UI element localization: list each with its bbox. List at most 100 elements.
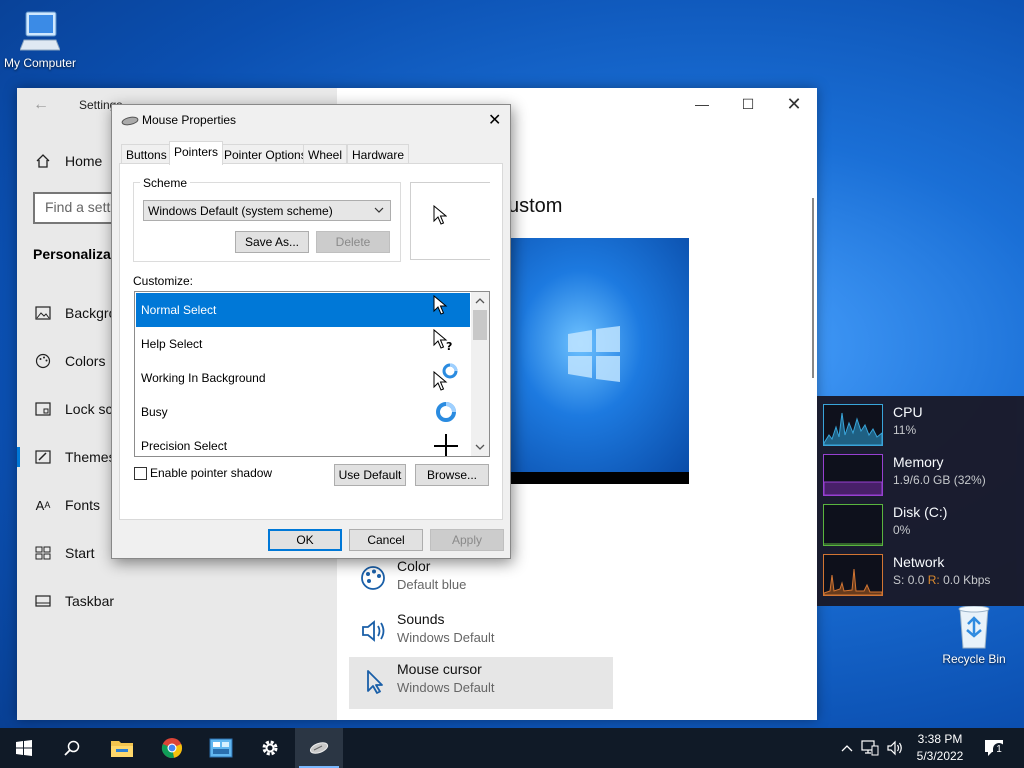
windows-logo-icon xyxy=(16,740,32,756)
scheme-label: Scheme xyxy=(140,176,191,190)
crosshair-icon xyxy=(434,434,458,456)
taskbar-chrome[interactable] xyxy=(148,728,196,768)
nav-label: Lock scr xyxy=(65,401,118,417)
customize-label: Customize: xyxy=(133,274,194,288)
list-item-label: Working In Background xyxy=(141,371,266,385)
save-as-button[interactable]: Save As... xyxy=(235,231,309,253)
list-item-help-select[interactable]: Help Select ? xyxy=(136,327,470,361)
mouse-icon xyxy=(309,742,329,754)
nav-taskbar[interactable]: Taskbar xyxy=(17,581,337,621)
chevron-up-icon[interactable] xyxy=(475,297,485,304)
search-placeholder: Find a setti xyxy=(45,199,114,215)
minimize-button[interactable]: — xyxy=(679,88,725,120)
back-arrow-icon[interactable]: ← xyxy=(33,96,49,114)
option-subtitle: Windows Default xyxy=(397,630,495,645)
home-icon xyxy=(33,153,53,169)
scheme-dropdown[interactable]: Windows Default (system scheme) xyxy=(143,200,391,221)
page-heading: ustom xyxy=(508,195,563,217)
scheme-dropdown-value: Windows Default (system scheme) xyxy=(148,204,333,218)
search-button[interactable] xyxy=(48,728,96,768)
chevron-down-icon[interactable] xyxy=(475,444,485,451)
apply-button[interactable]: Apply xyxy=(430,529,504,551)
network-icon[interactable] xyxy=(860,738,880,758)
start-button[interactable] xyxy=(0,728,48,768)
use-default-button[interactable]: Use Default xyxy=(334,464,406,486)
cpu-graph xyxy=(823,404,883,446)
page-scrollbar[interactable] xyxy=(812,198,814,378)
ok-button[interactable]: OK xyxy=(268,529,342,551)
chrome-icon xyxy=(161,738,183,759)
chevron-down-icon xyxy=(374,207,384,213)
checkbox-label: Enable pointer shadow xyxy=(150,466,273,480)
tab-hardware[interactable]: Hardware xyxy=(347,144,410,164)
notification-center-button[interactable]: 1 xyxy=(982,738,1006,758)
list-item-label: Busy xyxy=(141,405,168,419)
taskbar-control-panel[interactable] xyxy=(197,728,245,768)
maximize-button[interactable]: ☐ xyxy=(725,88,771,120)
clock-date: 5/3/2022 xyxy=(916,749,964,763)
control-panel-icon xyxy=(209,738,233,758)
start-grid-icon xyxy=(33,546,53,560)
show-hidden-icons-chevron-up-icon[interactable] xyxy=(837,738,857,758)
option-color[interactable]: Color Default blue xyxy=(349,554,613,606)
computer-icon xyxy=(20,11,60,51)
delete-button[interactable]: Delete xyxy=(316,231,390,253)
arrow-cursor-icon xyxy=(433,294,448,315)
taskbar: 3:38 PM 5/3/2022 1 xyxy=(0,728,1024,768)
button-label: Save As... xyxy=(244,235,300,249)
list-item-precision-select[interactable]: Precision Select xyxy=(136,429,470,456)
taskbar-icon xyxy=(33,595,53,607)
close-button[interactable]: ✕ xyxy=(771,88,817,120)
nav-label: Colors xyxy=(65,353,106,369)
nav-label: Backgro xyxy=(65,305,117,321)
cpu-value: 11% xyxy=(893,423,917,437)
button-label: Apply xyxy=(451,533,483,547)
browse-button[interactable]: Browse... xyxy=(415,464,489,486)
network-graph xyxy=(823,554,883,596)
list-item-normal-select[interactable]: Normal Select xyxy=(136,293,470,327)
tab-label: Buttons xyxy=(126,148,167,162)
tab-pointers[interactable]: Pointers xyxy=(169,141,224,165)
option-mouse-cursor[interactable]: Mouse cursor Windows Default xyxy=(349,657,613,709)
taskbar-settings[interactable] xyxy=(246,728,294,768)
send-label: S: xyxy=(893,573,905,587)
recycle-bin-icon xyxy=(958,605,990,649)
list-scrollbar[interactable] xyxy=(471,292,489,456)
tab-label: Hardware xyxy=(352,148,405,162)
enable-pointer-shadow-checkbox[interactable]: Enable pointer shadow xyxy=(134,466,272,480)
tab-wheel[interactable]: Wheel xyxy=(303,144,348,164)
desktop-icon-my-computer[interactable]: My Computer xyxy=(0,10,80,70)
recv-value: 0.0 Kbps xyxy=(943,573,991,587)
cpu-label: CPU xyxy=(893,404,923,420)
button-label: OK xyxy=(296,533,314,547)
button-label: Browse... xyxy=(426,468,477,482)
dialog-close-button[interactable]: ✕ xyxy=(488,110,501,130)
clock[interactable]: 3:38 PM 5/3/2022 xyxy=(912,731,968,765)
option-sounds[interactable]: Sounds Windows Default xyxy=(349,607,613,659)
tab-pointer-options[interactable]: Pointer Options xyxy=(219,144,312,164)
tab-buttons[interactable]: Buttons xyxy=(121,144,172,164)
send-value: 0.0 xyxy=(907,573,925,587)
option-subtitle: Default blue xyxy=(397,577,467,592)
list-item-label: Normal Select xyxy=(141,303,217,317)
list-item-busy[interactable]: Busy xyxy=(136,395,470,429)
cancel-button[interactable]: Cancel xyxy=(349,529,423,551)
desktop-icon-recycle-bin[interactable]: Recycle Bin xyxy=(934,604,1014,666)
recv-label: R: xyxy=(927,573,940,587)
pointer-list[interactable]: Normal Select Help Select ? Working In B… xyxy=(134,291,490,457)
button-label: Use Default xyxy=(338,468,402,482)
taskbar-mouse-properties[interactable] xyxy=(295,728,343,768)
system-monitor-widget: CPU 11% Memory 1.9/6.0 GB (32%) Disk (C:… xyxy=(817,396,1024,606)
volume-icon[interactable] xyxy=(885,738,905,758)
tab-label: Pointers xyxy=(174,145,219,159)
taskbar-file-explorer[interactable] xyxy=(98,728,146,768)
memory-label: Memory xyxy=(893,454,944,470)
list-item-working-in-background[interactable]: Working In Background xyxy=(136,361,470,395)
list-scrollbar-thumb[interactable] xyxy=(473,310,487,340)
network-value: S: 0.0 R: 0.0 Kbps xyxy=(893,573,990,587)
memory-value: 1.9/6.0 GB (32%) xyxy=(893,473,986,487)
option-title: Mouse cursor xyxy=(397,661,482,677)
network-label: Network xyxy=(893,554,945,570)
tab-label: Wheel xyxy=(308,148,343,162)
search-icon xyxy=(64,740,80,756)
